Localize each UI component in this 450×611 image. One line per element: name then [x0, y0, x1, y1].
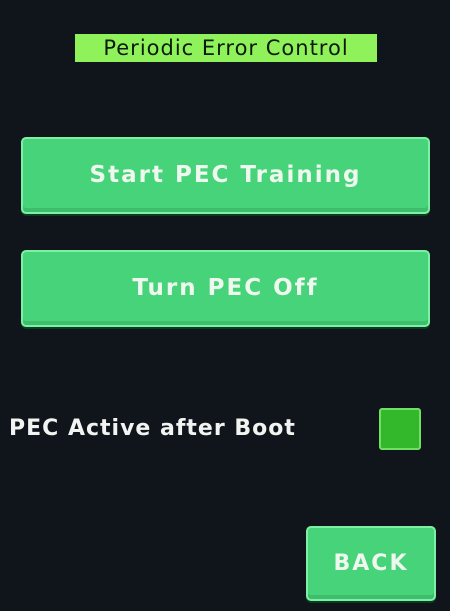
start-pec-training-button[interactable]: Start PEC Training: [21, 137, 430, 214]
pec-screen: Periodic Error Control Start PEC Trainin…: [0, 0, 450, 611]
pec-active-after-boot-checkbox[interactable]: [379, 408, 421, 450]
back-button[interactable]: BACK: [306, 526, 436, 601]
turn-pec-off-button[interactable]: Turn PEC Off: [21, 250, 430, 327]
page-title: Periodic Error Control: [75, 34, 377, 62]
pec-active-after-boot-label: PEC Active after Boot: [9, 416, 296, 441]
